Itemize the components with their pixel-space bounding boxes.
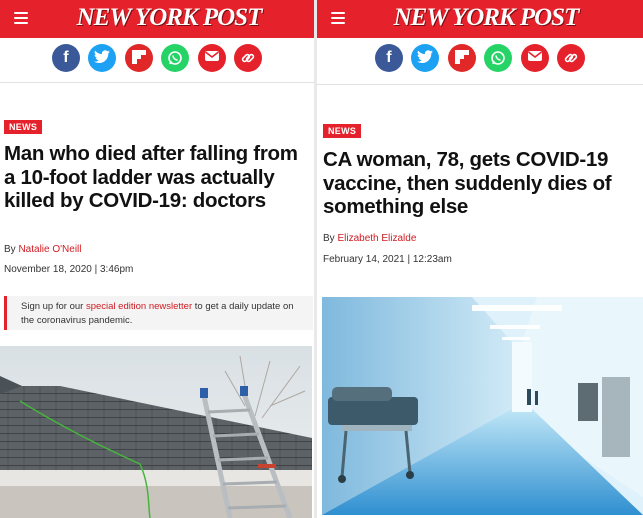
newsletter-link[interactable]: special edition newsletter — [86, 301, 192, 312]
byline: By Natalie O'Neill — [4, 244, 82, 255]
flipboard-icon[interactable] — [124, 44, 153, 72]
newsletter-signup-callout: Sign up for our special edition newslett… — [4, 296, 313, 330]
divider-line — [0, 82, 314, 83]
facebook-icon[interactable]: f — [374, 44, 403, 72]
share-bar: f — [0, 44, 314, 74]
whatsapp-icon[interactable] — [484, 44, 513, 72]
whatsapp-icon[interactable] — [161, 44, 190, 72]
section-badge[interactable]: NEWS — [323, 124, 362, 138]
link-icon[interactable] — [234, 44, 263, 72]
twitter-icon[interactable] — [411, 44, 440, 72]
left-article-screenshot: NEW YORK POST f NEWS Man who died after … — [0, 0, 314, 518]
article-photo-hospital-corridor — [322, 297, 643, 515]
site-logo[interactable]: NEW YORK POST — [12, 3, 314, 33]
link-icon[interactable] — [557, 44, 586, 72]
article-headline: Man who died after falling from a 10-foo… — [4, 142, 298, 212]
article-photo-roof-ladder — [0, 346, 312, 518]
author-link[interactable]: Elizabeth Elizalde — [337, 233, 416, 244]
email-icon[interactable] — [520, 44, 549, 72]
author-link[interactable]: Natalie O'Neill — [18, 244, 81, 255]
right-article-screenshot: NEW YORK POST f NEWS CA woman, 78, gets … — [317, 0, 643, 518]
flipboard-icon[interactable] — [447, 44, 476, 72]
article-headline: CA woman, 78, gets COVID-19 vaccine, the… — [323, 148, 612, 218]
publish-date: November 18, 2020 | 3:46pm — [4, 264, 134, 275]
signup-text: Sign up for our special edition newslett… — [21, 300, 306, 328]
section-badge[interactable]: NEWS — [4, 120, 43, 134]
facebook-icon[interactable]: f — [51, 44, 80, 72]
byline-prefix: By — [4, 244, 19, 255]
top-bar: NEW YORK POST — [317, 0, 643, 38]
top-bar: NEW YORK POST — [0, 0, 314, 38]
signup-text-before: Sign up for our — [21, 301, 86, 312]
publish-date: February 14, 2021 | 12:23am — [323, 254, 452, 265]
divider-line — [317, 84, 643, 85]
site-logo[interactable]: NEW YORK POST — [323, 3, 643, 33]
email-icon[interactable] — [197, 44, 226, 72]
byline-prefix: By — [323, 233, 338, 244]
twitter-icon[interactable] — [88, 44, 117, 72]
share-bar: f — [317, 44, 643, 74]
byline: By Elizabeth Elizalde — [323, 233, 416, 244]
